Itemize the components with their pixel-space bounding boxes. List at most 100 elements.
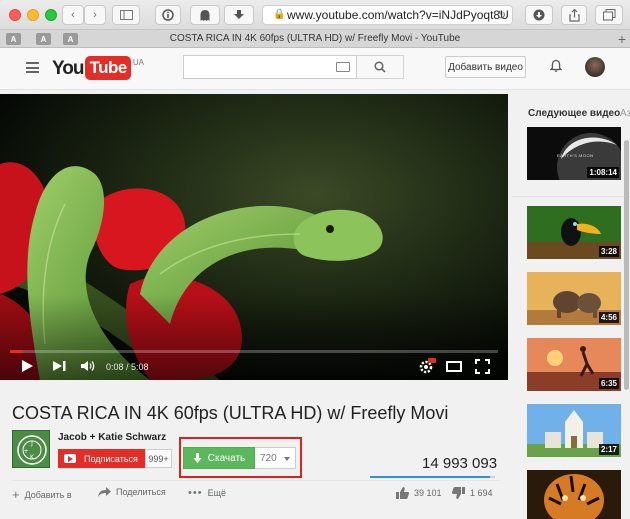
share-arrow-icon [98,487,111,497]
bell-icon[interactable] [550,59,562,73]
url-text: www.youtube.com/watch?v=iNJdPyoqt8U [287,8,509,22]
ghostery-extension-button[interactable] [190,5,220,25]
volume-icon[interactable] [80,360,96,372]
quality-select[interactable]: 720 [255,447,296,469]
like-button[interactable]: 39 101 [396,487,442,499]
avatar[interactable] [585,57,605,77]
browser-window: ‹ › 🔒 www.youtube.com/watch?v=iNJdPyoqt8… [0,0,630,519]
downloads-button[interactable] [525,5,553,25]
thumbs-up-icon [396,487,409,499]
back-button[interactable]: ‹ [62,5,84,25]
download-extension-button[interactable] [224,5,254,25]
related-video-thumbnail[interactable]: 4:56 [527,272,621,325]
video-time: 0:08 / 5:08 [106,362,149,372]
more-dots-icon: ••• [188,487,203,499]
related-video-thumbnail[interactable]: EARTH'S MOON 1:08:14 [527,127,621,180]
browser-toolbar: ‹ › 🔒 www.youtube.com/watch?v=iNJdPyoqt8… [0,0,630,30]
svg-text:J: J [30,440,33,447]
logo-region: UA [132,58,144,67]
like-count: 39 101 [414,488,442,498]
video-duration: 6:35 [598,378,619,389]
forward-button[interactable]: › [84,5,106,25]
search-button[interactable] [357,55,404,79]
settings-gear-icon[interactable] [418,358,436,374]
autoplay-label[interactable]: Аз [620,108,630,119]
related-video-thumbnail[interactable]: 6:35 [527,338,621,391]
video-duration: 4:56 [598,312,619,323]
downloads-icon [533,9,545,21]
sidebar-icon [119,10,133,20]
reload-icon[interactable]: ↻ [496,8,506,22]
new-tab-button[interactable]: + [618,31,626,47]
theater-mode-icon[interactable] [446,361,462,372]
dislike-count: 1 694 [470,488,493,498]
tab-button[interactable]: A [63,33,78,45]
dislike-button[interactable]: 1 694 [452,487,493,499]
sidebar-toggle-button[interactable] [112,5,140,25]
channel-name[interactable]: Jacob + Katie Schwarz [58,432,166,443]
next-video-icon[interactable] [52,360,68,372]
chevron-right-icon: › [93,9,97,21]
tab-button[interactable]: A [6,33,21,45]
subscribe-button[interactable]: Подписаться [58,449,145,468]
thumbs-down-icon [452,487,465,499]
sidebar-divider [512,196,630,197]
share-video-button[interactable]: Поделиться [98,487,166,497]
action-divider [12,480,500,481]
fullscreen-icon[interactable] [475,359,490,374]
download-button[interactable]: Скачать [183,447,255,469]
menu-icon[interactable] [26,62,39,73]
active-tab-title[interactable]: COSTA RICA IN 4K 60fps (ULTRA HD) w/ Fre… [130,33,500,44]
tab-bar: A A A COSTA RICA IN 4K 60fps (ULTRA HD) … [0,30,630,48]
video-duration: 3:28 [598,246,619,257]
chevron-down-icon [284,457,290,461]
keyboard-icon[interactable] [336,62,350,72]
video-duration: 1:08:14 [587,167,619,178]
youtube-header: You Tube UA Добавить видео [0,48,630,90]
more-label: Ещё [207,488,226,498]
sidebar-scrollbar[interactable] [624,140,629,390]
minimize-window-button[interactable] [27,9,39,21]
channel-logo[interactable]: J + K [12,430,50,468]
tabs-overview-button[interactable] [595,5,623,25]
video-duration: 2:17 [598,444,619,455]
view-count: 14 993 093 [422,455,498,472]
add-video-button[interactable]: Добавить видео [445,56,526,78]
related-video-thumbnail[interactable]: 3:28 [527,206,621,259]
related-video-thumbnail[interactable] [527,470,621,519]
tab-button[interactable]: A [36,33,51,45]
search-input[interactable] [183,55,357,79]
zoom-window-button[interactable] [45,9,57,21]
chevron-left-icon: ‹ [71,9,75,21]
download-arrow-icon [234,10,244,19]
up-next-title: Следующее видео [528,108,621,119]
plus-icon: + [12,487,20,502]
related-video-thumbnail[interactable]: 2:17 [527,404,621,457]
video-progress-bar[interactable] [10,350,498,353]
play-icon[interactable] [20,359,34,373]
svg-text:+: + [23,448,28,455]
share-icon [568,8,580,22]
download-label: Скачать [207,452,246,464]
add-to-label: Добавить в [24,489,72,500]
info-extension-button[interactable] [155,5,181,25]
subscribe-label: Подписаться [84,453,138,464]
like-ratio-fill [370,476,490,478]
subscriber-count: 999+ [145,449,172,468]
tiger-image [527,470,621,519]
youtube-logo[interactable]: You Tube UA [52,56,144,82]
add-to-button[interactable]: + Добавить в [12,487,72,502]
ghost-icon [200,9,210,21]
like-ratio-bar [370,476,495,478]
close-window-button[interactable] [9,9,21,21]
share-button[interactable] [561,5,587,25]
thumbnail-caption: EARTH'S MOON [557,153,594,158]
more-button[interactable]: ••• Ещё [188,487,226,499]
search-bar [183,55,404,79]
video-player[interactable]: 0:08 / 5:08 [0,94,508,380]
video-progress-fill [10,350,23,353]
download-arrow-icon [193,453,202,463]
address-bar[interactable]: 🔒 www.youtube.com/watch?v=iNJdPyoqt8U ↻ [262,5,513,25]
search-icon [374,61,386,73]
video-frame [0,94,508,380]
